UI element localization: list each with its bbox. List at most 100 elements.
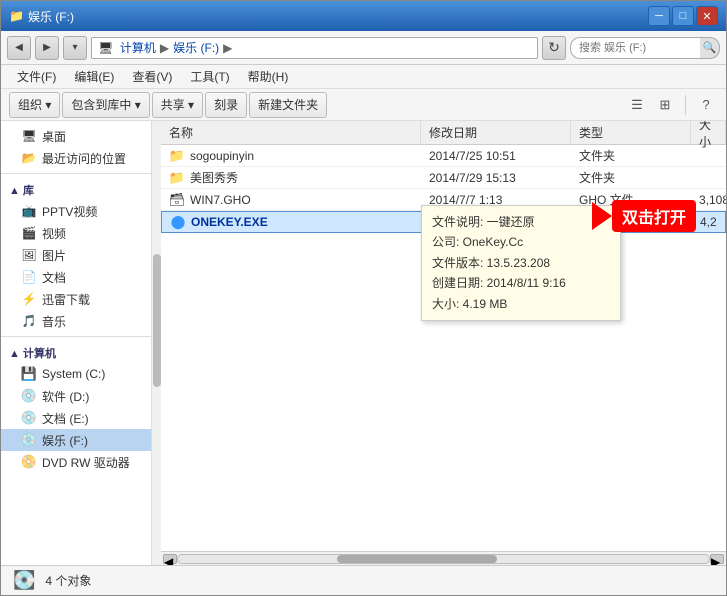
menu-tools[interactable]: 工具(T) (182, 66, 237, 87)
toolbar-right: ☰ ⊞ ? (625, 93, 718, 117)
horizontal-scrollbar[interactable]: ◀ ▶ (161, 551, 726, 565)
view-grid-button[interactable]: ⊞ (653, 93, 677, 117)
title-bar-controls: ─ □ ✕ (648, 6, 718, 26)
file-cell-date: 2014/7/29 15:13 (421, 167, 571, 188)
toolbar: 组织 ▾ 包含到库中 ▾ 共享 ▾ 刻录 新建文件夹 ☰ ⊞ ? (1, 89, 726, 121)
file-name-label: WIN7.GHO (190, 193, 251, 207)
col-header-size[interactable]: 大小 (691, 121, 726, 144)
library-expand-icon: ▲ (9, 185, 23, 197)
explorer-window: 📁 娱乐 (F:) ─ □ ✕ ◀ ▶ ▾ 🖥 计算机 ▶ 娱乐 (F:) ▶ … (0, 0, 727, 596)
nav-scrollbar[interactable] (151, 121, 161, 565)
nav-label-desktop: 桌面 (42, 128, 66, 145)
hscroll-right-btn[interactable]: ▶ (710, 554, 724, 564)
file-cell-date: 2014/7/25 10:51 (421, 145, 571, 166)
picture-icon: 🖼 (21, 247, 37, 263)
annotation-arrow (592, 202, 612, 230)
hscroll-left-btn[interactable]: ◀ (163, 554, 177, 564)
library-button[interactable]: 包含到库中 ▾ (62, 92, 149, 118)
search-input[interactable] (570, 37, 700, 59)
nav-item-d[interactable]: 💿 软件 (D:) (1, 385, 160, 407)
new-folder-button[interactable]: 新建文件夹 (249, 92, 327, 118)
col-header-type[interactable]: 类型 (571, 121, 691, 144)
view-list-button[interactable]: ☰ (625, 93, 649, 117)
breadcrumb-computer: 计算机 (120, 39, 156, 56)
tooltip-line-5: 大小: 4.19 MB (432, 294, 610, 314)
menu-bar: 文件(F) 编辑(E) 查看(V) 工具(T) 帮助(H) (1, 65, 726, 89)
table-row[interactable]: 📁 sogoupinyin 2014/7/25 10:51 文件夹 (161, 145, 726, 167)
nav-label-thunder: 迅雷下载 (42, 291, 90, 308)
gho-file-icon: 🗃 (169, 192, 185, 208)
file-pane: 名称 修改日期 类型 大小 📁 sogoupinyin 2014/7/25 10… (161, 121, 726, 565)
nav-item-dvd[interactable]: 📀 DVD RW 驱动器 (1, 451, 160, 473)
toolbar-separator (685, 95, 686, 115)
maximize-button[interactable]: □ (672, 6, 694, 26)
nav-section-computer[interactable]: ▲ 计算机 (1, 341, 160, 363)
help-button[interactable]: ? (694, 93, 718, 117)
nav-item-e[interactable]: 💿 文档 (E:) (1, 407, 160, 429)
thunder-icon: ⚡ (21, 291, 37, 307)
search-icon[interactable]: 🔍 (700, 37, 720, 59)
nav-label-dvd: DVD RW 驱动器 (42, 454, 130, 471)
content-area: 🖥 桌面 📂 最近访问的位置 ▲ 库 📺 PPTV视频 (1, 121, 726, 565)
recent-icon: 📂 (21, 150, 37, 166)
back-button[interactable]: ◀ (7, 36, 31, 60)
drive-c-icon: 💾 (21, 366, 37, 382)
nav-section-library[interactable]: ▲ 库 (1, 178, 160, 200)
nav-item-video[interactable]: 🎬 视频 (1, 222, 160, 244)
nav-scroll-thumb (153, 254, 161, 387)
tooltip-line-3: 文件版本: 13.5.23.208 (432, 253, 610, 273)
hscroll-track[interactable] (177, 554, 710, 564)
nav-label-pptv: PPTV视频 (42, 203, 97, 220)
file-cell-size (691, 145, 726, 166)
menu-help[interactable]: 帮助(H) (240, 66, 297, 87)
file-cell-name: ⬤ ONEKEY.EXE (162, 212, 422, 232)
share-button[interactable]: 共享 ▾ (152, 92, 203, 118)
recent-button[interactable]: ▾ (63, 36, 87, 60)
file-list-body: 📁 sogoupinyin 2014/7/25 10:51 文件夹 📁 美图秀秀… (161, 145, 726, 551)
menu-edit[interactable]: 编辑(E) (66, 66, 122, 87)
col-header-name[interactable]: 名称 (161, 121, 421, 144)
nav-item-c[interactable]: 💾 System (C:) (1, 363, 160, 385)
nav-label-f: 娱乐 (F:) (42, 432, 88, 449)
nav-item-thunder[interactable]: ⚡ 迅雷下载 (1, 288, 160, 310)
dvd-icon: 📀 (21, 454, 37, 470)
breadcrumb: 🖥 (98, 41, 120, 55)
nav-panel-wrapper: 🖥 桌面 📂 最近访问的位置 ▲ 库 📺 PPTV视频 (1, 121, 161, 565)
dblclick-annotation: 双击打开 (592, 200, 696, 232)
burn-button[interactable]: 刻录 (205, 92, 247, 118)
window-title: 娱乐 (F:) (28, 8, 74, 25)
menu-file[interactable]: 文件(F) (9, 66, 64, 87)
file-cell-type: 文件夹 (571, 145, 691, 166)
search-container: 🔍 (570, 37, 720, 59)
nav-label-c: System (C:) (42, 367, 105, 381)
folder-icon: 📁 (169, 170, 185, 186)
tooltip-line-1: 文件说明: 一键还原 (432, 212, 610, 232)
nav-item-picture[interactable]: 🖼 图片 (1, 244, 160, 266)
nav-item-f[interactable]: 💿 娱乐 (F:) (1, 429, 160, 451)
nav-item-recent[interactable]: 📂 最近访问的位置 (1, 147, 160, 169)
nav-label-recent: 最近访问的位置 (42, 150, 126, 167)
drive-e-icon: 💿 (21, 410, 37, 426)
minimize-button[interactable]: ─ (648, 6, 670, 26)
file-cell-name: 📁 sogoupinyin (161, 145, 421, 166)
menu-view[interactable]: 查看(V) (124, 66, 180, 87)
nav-item-music[interactable]: 🎵 音乐 (1, 310, 160, 332)
refresh-button[interactable]: ↻ (542, 36, 566, 60)
close-button[interactable]: ✕ (696, 6, 718, 26)
file-cell-type: 文件夹 (571, 167, 691, 188)
dblclick-label: 双击打开 (612, 200, 696, 232)
nav-item-desktop[interactable]: 🖥 桌面 (1, 125, 160, 147)
tooltip-line-2: 公司: OneKey.Cc (432, 232, 610, 252)
nav-item-document[interactable]: 📄 文档 (1, 266, 160, 288)
forward-button[interactable]: ▶ (35, 36, 59, 60)
organize-button[interactable]: 组织 ▾ (9, 92, 60, 118)
address-path[interactable]: 🖥 计算机 ▶ 娱乐 (F:) ▶ (91, 37, 538, 59)
table-row[interactable]: 📁 美图秀秀 2014/7/29 15:13 文件夹 (161, 167, 726, 189)
nav-label-d: 软件 (D:) (42, 388, 89, 405)
file-name-label: sogoupinyin (190, 149, 254, 163)
col-header-date[interactable]: 修改日期 (421, 121, 571, 144)
breadcrumb-sep1: ▶ (160, 41, 169, 55)
file-cell-size (691, 167, 726, 188)
desktop-icon: 🖥 (21, 128, 37, 144)
nav-item-pptv[interactable]: 📺 PPTV视频 (1, 200, 160, 222)
